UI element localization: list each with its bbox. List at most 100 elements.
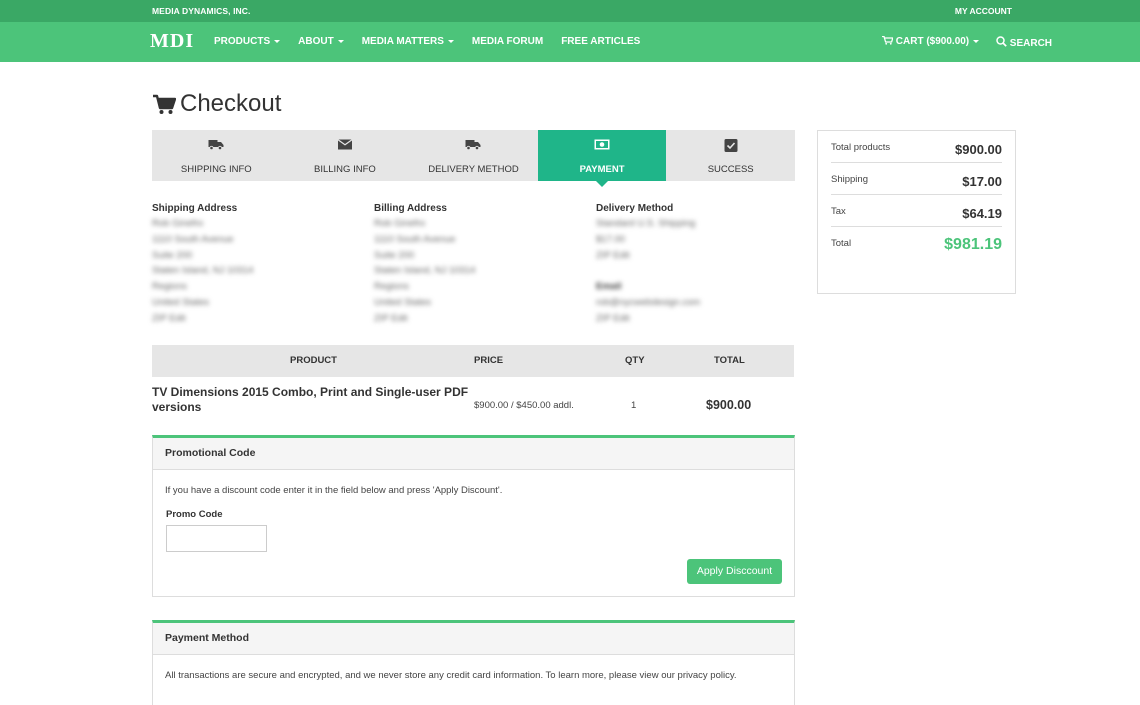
- nav-free-articles[interactable]: FREE ARTICLES: [561, 36, 640, 47]
- nav-free-articles-label: FREE ARTICLES: [561, 36, 641, 47]
- product-price: $900.00 / $450.00 addl.: [474, 400, 574, 411]
- address-line: United States: [374, 296, 432, 308]
- shipping-address-heading: Shipping Address: [152, 203, 238, 214]
- summary-label: Total: [831, 238, 852, 249]
- step-success[interactable]: SUCCESS: [666, 130, 795, 181]
- nav-about-label: ABOUT: [298, 36, 334, 47]
- envelope-icon: [337, 139, 353, 150]
- step-delivery-method[interactable]: DELIVERY METHOD: [409, 130, 538, 181]
- summary-value: $900.00: [955, 142, 1002, 157]
- summary-label: Shipping: [831, 174, 868, 185]
- promo-instructions: If you have a discount code enter it in …: [165, 485, 503, 496]
- order-summary: Total products $900.00 Shipping $17.00 T…: [817, 130, 1016, 294]
- checkbox-icon: [724, 139, 738, 152]
- summary-label: Total products: [831, 142, 891, 153]
- cart-icon: [882, 35, 894, 45]
- col-qty: QTY: [625, 355, 645, 366]
- main-nav: PRODUCTS ABOUT MEDIA MATTERS MEDIA FORUM…: [214, 36, 658, 47]
- address-line: Regions: [152, 281, 187, 293]
- email-heading: Email: [596, 281, 622, 293]
- chevron-down-icon: [973, 39, 980, 43]
- truck-icon: [465, 140, 481, 150]
- step-label: SUCCESS: [707, 164, 754, 175]
- delivery-method: Delivery Method Standard U.S. Shipping $…: [596, 203, 796, 327]
- company-name: MEDIA DYNAMICS, INC.: [152, 6, 251, 16]
- step-label: BILLING INFO: [314, 164, 376, 175]
- chevron-down-icon: [447, 39, 454, 43]
- summary-row-shipping: Shipping $17.00: [831, 163, 1002, 195]
- promo-panel-header: Promotional Code: [153, 438, 794, 470]
- chevron-down-icon: [337, 39, 344, 43]
- my-account-link[interactable]: MY ACCOUNT: [955, 6, 1012, 16]
- nav-media-matters[interactable]: MEDIA MATTERS: [362, 36, 454, 47]
- main-navbar: MDI PRODUCTS ABOUT MEDIA MATTERS MEDIA F…: [0, 22, 1140, 62]
- address-line: United States: [152, 296, 210, 308]
- col-total: TOTAL: [714, 355, 745, 366]
- chevron-down-icon: [274, 39, 281, 43]
- payment-panel-header: Payment Method: [153, 623, 794, 655]
- address-line: Staten Island, NJ 10314: [152, 265, 254, 277]
- summary-total-value: $981.19: [944, 236, 1002, 253]
- cart-icon: [153, 94, 176, 114]
- address-line: Rob Ginefro: [152, 218, 204, 229]
- nav-media-matters-label: MEDIA MATTERS: [361, 36, 444, 47]
- step-payment[interactable]: PAYMENT: [537, 130, 667, 181]
- step-label: PAYMENT: [579, 164, 625, 175]
- nav-media-forum-label: MEDIA FORUM: [471, 36, 544, 47]
- col-price: PRICE: [474, 355, 504, 366]
- payment-security-text: All transactions are secure and encrypte…: [165, 670, 737, 681]
- billing-address: Billing Address Rob Ginefro 1110 South A…: [374, 203, 574, 327]
- summary-row-tax: Tax $64.19: [831, 195, 1002, 227]
- promo-heading: Promotional Code: [165, 447, 256, 459]
- delivery-line: Standard U.S. Shipping: [596, 218, 696, 229]
- nav-products[interactable]: PRODUCTS: [214, 36, 281, 47]
- summary-row-products: Total products $900.00: [831, 131, 1002, 163]
- address-line: 1110 South Avenue: [374, 233, 456, 245]
- search-icon: [996, 36, 1007, 47]
- address-line: Suite 200: [374, 249, 415, 261]
- step-label: DELIVERY METHOD: [428, 164, 519, 175]
- step-shipping-info[interactable]: SHIPPING INFO: [152, 130, 281, 181]
- page-title-text: Checkout: [180, 90, 282, 117]
- product-total: $900.00: [706, 398, 752, 412]
- address-line: Staten Island, NJ 10314: [374, 265, 476, 277]
- cart-button[interactable]: CART ($900.00): [882, 35, 980, 47]
- payment-panel: Payment Method All transactions are secu…: [152, 620, 795, 705]
- promo-panel: Promotional Code If you have a discount …: [152, 435, 795, 597]
- delivery-line: $17.00: [596, 233, 626, 245]
- step-label: SHIPPING INFO: [180, 164, 252, 175]
- product-qty: 1: [631, 400, 637, 411]
- apply-discount-button[interactable]: Apply Disccount: [687, 559, 782, 584]
- col-product: PRODUCT: [290, 355, 337, 366]
- page-title: Checkout: [152, 90, 281, 118]
- address-line: 1110 South Avenue: [152, 233, 234, 245]
- email-line: ZIP Edit: [596, 312, 630, 324]
- search-button[interactable]: SEARCH: [996, 36, 1052, 49]
- address-line: ZIP Edit: [152, 312, 186, 324]
- summary-label: Tax: [831, 206, 846, 217]
- cart-label: CART ($900.00): [895, 36, 970, 47]
- promo-code-label: Promo Code: [166, 509, 223, 520]
- top-strip: MEDIA DYNAMICS, INC. MY ACCOUNT: [0, 0, 1140, 22]
- checkout-steps: SHIPPING INFO BILLING INFO DELIVERY METH…: [152, 130, 795, 181]
- promo-code-input[interactable]: [166, 525, 267, 552]
- product-table-header: PRODUCT PRICE QTY TOTAL: [152, 345, 794, 377]
- email-line: rob@nycwebdesign.com: [596, 296, 701, 308]
- summary-row-total: Total $981.19: [831, 227, 1002, 277]
- nav-media-forum[interactable]: MEDIA FORUM: [472, 36, 543, 47]
- address-line: Rob Ginefro: [374, 218, 426, 229]
- address-line: ZIP Edit: [374, 312, 408, 324]
- payment-heading: Payment Method: [165, 632, 250, 644]
- delivery-line: ZIP Edit: [596, 249, 630, 261]
- billing-address-heading: Billing Address: [374, 203, 447, 214]
- step-billing-info[interactable]: BILLING INFO: [281, 130, 410, 181]
- truck-icon: [208, 140, 224, 150]
- nav-about[interactable]: ABOUT: [298, 36, 344, 47]
- summary-value: $64.19: [962, 206, 1002, 221]
- address-line: Suite 200: [152, 249, 193, 261]
- search-label: SEARCH: [1009, 38, 1053, 49]
- delivery-method-heading: Delivery Method: [596, 203, 674, 214]
- logo[interactable]: MDI: [150, 30, 194, 53]
- address-line: Regions: [374, 281, 409, 293]
